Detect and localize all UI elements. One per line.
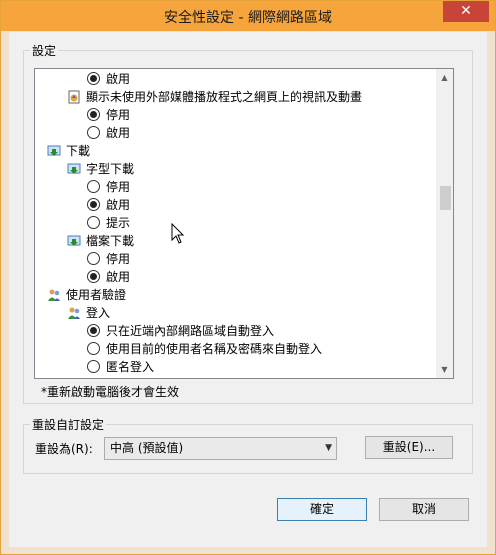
radio-checked[interactable] xyxy=(87,108,100,121)
radio-checked[interactable] xyxy=(87,270,100,283)
radio-unchecked[interactable] xyxy=(87,252,100,265)
reset-to-label: 重設為(R): xyxy=(35,442,93,456)
users-icon xyxy=(67,306,86,320)
security-level-select[interactable]: 中高 (預設值) ▼ xyxy=(104,437,337,460)
users-icon xyxy=(47,288,66,302)
close-button[interactable]: ✕ xyxy=(443,1,489,22)
mouse-cursor-icon xyxy=(171,223,185,244)
tree-row-label: 匿名登入 xyxy=(106,360,155,374)
radio-unchecked[interactable] xyxy=(87,342,100,355)
vertical-scrollbar[interactable]: ▲ ▼ xyxy=(436,69,453,378)
tree-row-label: 停用 xyxy=(106,180,131,194)
tree-row-label: 字型下載 xyxy=(86,162,135,176)
reset-button[interactable]: 重設(E)... xyxy=(365,436,453,459)
tree-node[interactable]: 使用者驗證 xyxy=(47,286,126,304)
chevron-down-icon: ▼ xyxy=(325,443,332,453)
tree-row-label: 顯示未使用外部媒體播放程式之網頁上的視訊及動畫 xyxy=(86,90,363,104)
cancel-button[interactable]: 取消 xyxy=(379,498,469,521)
download-icon xyxy=(67,234,86,248)
dialog-window: 安全性設定 - 網際網路區域 ✕ 設定 啟用顯示未使用外部媒體播放程式之網頁上的… xyxy=(0,0,496,555)
tree-row-label: 下載 xyxy=(66,144,91,158)
tree-row-label: 停用 xyxy=(106,252,131,266)
script-icon xyxy=(67,90,86,104)
tree-node[interactable]: 顯示未使用外部媒體播放程式之網頁上的視訊及動畫 xyxy=(67,88,362,106)
radio-option[interactable]: 啟用 xyxy=(87,196,130,214)
radio-option[interactable]: 匿名登入 xyxy=(87,358,154,376)
radio-unchecked[interactable] xyxy=(87,216,100,229)
radio-option[interactable]: 提示 xyxy=(87,214,130,232)
radio-option[interactable]: 啟用 xyxy=(87,268,130,286)
settings-legend: 設定 xyxy=(30,42,59,59)
scroll-thumb[interactable] xyxy=(440,186,451,210)
ok-button[interactable]: 確定 xyxy=(277,498,367,521)
radio-unchecked[interactable] xyxy=(87,126,100,139)
tree-row-label: 啟用 xyxy=(106,198,131,212)
radio-unchecked[interactable] xyxy=(87,360,100,373)
tree-node[interactable]: 檔案下載 xyxy=(67,232,134,250)
radio-checked[interactable] xyxy=(87,72,100,85)
radio-option[interactable]: 停用 xyxy=(87,178,130,196)
radio-option[interactable]: 啟用 xyxy=(87,124,130,142)
radio-checked[interactable] xyxy=(87,324,100,337)
download-icon xyxy=(47,144,66,158)
tree-row-label: 使用目前的使用者名稱及密碼來自動登入 xyxy=(106,342,323,356)
tree-row-label: 登入 xyxy=(86,306,111,320)
tree-row-label: 啟用 xyxy=(106,270,131,284)
radio-option[interactable]: 停用 xyxy=(87,250,130,268)
settings-tree[interactable]: 啟用 顯示未使用外部媒體播放程式之網頁上的視訊及動畫 停用 啟用 下載 字型下載 停用 啟用提… xyxy=(34,68,454,379)
radio-checked[interactable] xyxy=(87,198,100,211)
tree-row-label: 只在近端內部網路區域自動登入 xyxy=(106,324,275,338)
radio-option[interactable]: 停用 xyxy=(87,106,130,124)
download-icon xyxy=(67,162,86,176)
title-bar[interactable]: 安全性設定 - 網際網路區域 ✕ xyxy=(1,1,495,31)
window-title: 安全性設定 - 網際網路區域 xyxy=(164,10,332,26)
radio-option[interactable]: 只在近端內部網路區域自動登入 xyxy=(87,322,274,340)
tree-row-label: 使用者驗證 xyxy=(66,288,127,302)
reset-legend: 重設自訂設定 xyxy=(30,416,107,433)
radio-option[interactable]: 使用目前的使用者名稱及密碼來自動登入 xyxy=(87,340,322,358)
restart-note: *重新啟動電腦後才會生效 xyxy=(41,385,180,399)
tree-node[interactable]: 登入 xyxy=(67,304,110,322)
tree-node[interactable]: 字型下載 xyxy=(67,160,134,178)
scroll-up-arrow-icon[interactable]: ▲ xyxy=(436,69,453,86)
tree-row-label: 提示 xyxy=(106,216,131,230)
radio-option[interactable]: 啟用 xyxy=(87,70,130,88)
radio-unchecked[interactable] xyxy=(87,180,100,193)
security-level-value: 中高 (預設值) xyxy=(110,441,184,455)
tree-node[interactable]: 下載 xyxy=(47,142,90,160)
tree-row-label: 啟用 xyxy=(106,72,131,86)
tree-row-label: 檔案下載 xyxy=(86,234,135,248)
tree-row-label: 停用 xyxy=(106,108,131,122)
tree-row-label: 啟用 xyxy=(106,126,131,140)
scroll-down-arrow-icon[interactable]: ▼ xyxy=(436,361,453,378)
